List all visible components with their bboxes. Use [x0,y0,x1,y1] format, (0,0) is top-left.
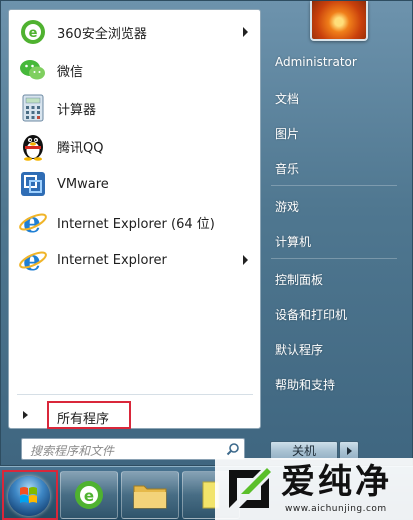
internet-explorer-icon: e [17,244,49,276]
program-internet-explorer-64[interactable]: e Internet Explorer (64 位) [13,204,258,240]
all-programs-label: 所有程序 [57,412,110,427]
search-box[interactable]: 搜索程序和文件 [21,438,245,460]
internet-explorer-icon: e [17,206,49,238]
qq-penguin-icon [17,130,49,162]
right-item-computer[interactable]: 计算机 [275,233,311,250]
divider [17,394,253,395]
search-icon[interactable] [226,442,240,456]
program-qq[interactable]: 腾讯QQ [13,128,258,164]
svg-text:e: e [23,207,41,237]
user-avatar[interactable] [310,1,368,41]
calculator-icon [17,92,49,124]
watermark-url: www.aichunjing.com [285,504,387,514]
right-item-default-programs[interactable]: 默认程序 [275,341,323,358]
expand-arrow-icon [23,411,28,419]
program-calculator[interactable]: 计算器 [13,90,258,126]
right-item-pictures[interactable]: 图片 [275,125,299,142]
right-item-games[interactable]: 游戏 [275,198,299,215]
program-label: VMware [57,176,109,192]
program-label: 计算器 [57,102,97,118]
program-wechat[interactable]: 微信 [13,52,258,88]
programs-panel: e 360安全浏览器 微信 计算器 腾讯QQ VMware e Internet… [8,9,261,429]
360-browser-icon: e [75,481,103,509]
submenu-arrow-icon[interactable] [243,255,248,265]
program-label: Internet Explorer [57,252,167,268]
aichunjing-logo-icon [229,468,271,508]
svg-text:e: e [23,245,41,275]
program-label: 微信 [57,64,84,80]
taskbar-file-explorer[interactable] [121,471,179,519]
right-item-music[interactable]: 音乐 [275,160,299,177]
program-label: Internet Explorer (64 位) [57,216,215,232]
divider [271,185,397,186]
svg-text:e: e [29,26,38,41]
svg-text:e: e [84,487,94,505]
right-item-user[interactable]: Administrator [275,55,357,69]
watermark: 爱纯净 www.aichunjing.com [215,458,413,520]
360-browser-icon: e [17,16,49,48]
vmware-icon [17,168,49,200]
right-item-help-support[interactable]: 帮助和支持 [275,376,335,393]
watermark-title: 爱纯净 [281,462,392,502]
divider [271,258,397,259]
wechat-icon [17,54,49,86]
program-vmware[interactable]: VMware [13,166,258,202]
right-menu-panel: Administrator 文档 图片 音乐 游戏 计算机 控制面板 设备和打印… [261,1,413,467]
program-label: 腾讯QQ [57,140,104,156]
folder-icon [133,485,167,509]
all-programs-button[interactable]: 所有程序 [17,398,253,430]
right-item-documents[interactable]: 文档 [275,90,299,107]
program-360-browser[interactable]: e 360安全浏览器 [13,14,258,50]
taskbar-360-browser[interactable]: e [60,471,118,519]
search-input[interactable]: 搜索程序和文件 [30,442,114,459]
windows-start-icon[interactable] [8,476,50,516]
submenu-arrow-icon[interactable] [243,27,248,37]
start-menu: e 360安全浏览器 微信 计算器 腾讯QQ VMware e Internet… [0,0,413,466]
right-item-control-panel[interactable]: 控制面板 [275,271,323,288]
program-internet-explorer[interactable]: e Internet Explorer [13,242,258,278]
chevron-right-icon [347,447,352,455]
right-item-devices-printers[interactable]: 设备和打印机 [275,306,347,323]
program-label: 360安全浏览器 [57,26,147,42]
